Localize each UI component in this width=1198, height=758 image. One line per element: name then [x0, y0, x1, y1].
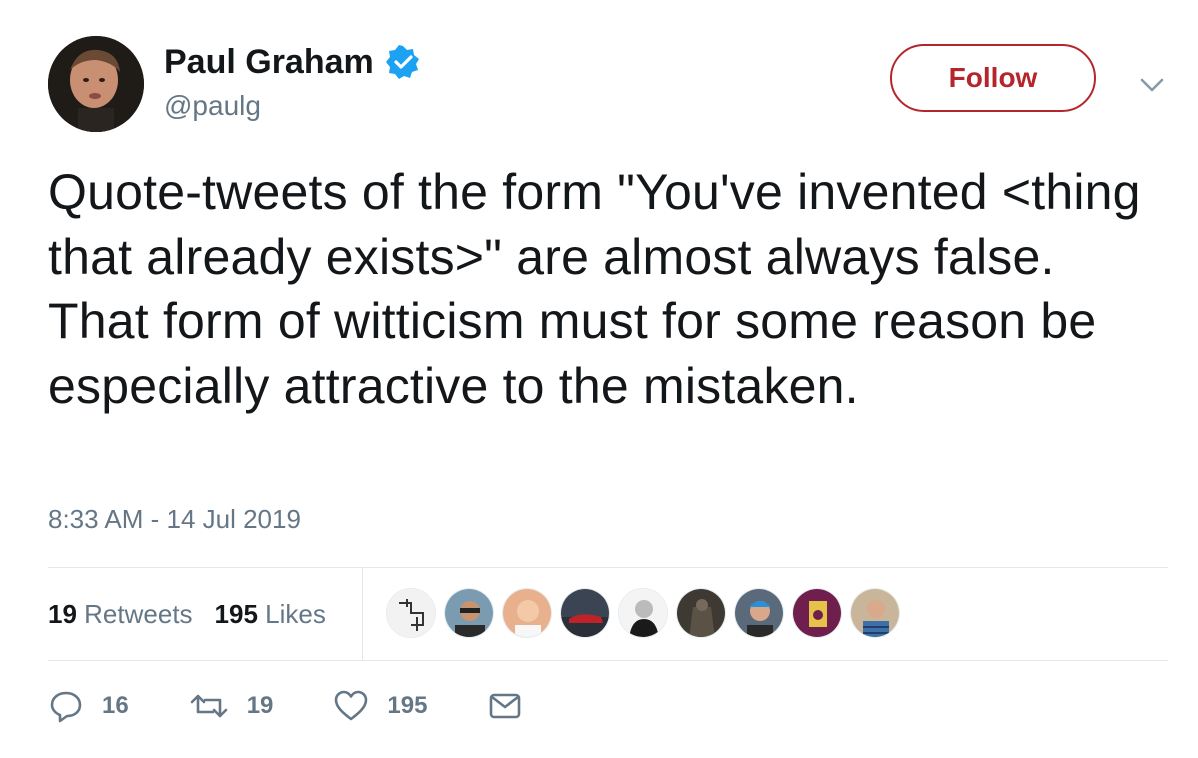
retweet-icon — [190, 694, 228, 718]
like-count: 195 — [387, 692, 428, 719]
tweet-text: Quote-tweets of the form "You've invente… — [48, 164, 1141, 414]
liker-avatars — [386, 588, 908, 638]
author-name[interactable]: Paul Graham — [164, 40, 374, 84]
retweets-stat[interactable]: 19 Retweets — [48, 599, 193, 630]
likes-label: Likes — [265, 598, 326, 629]
envelope-icon — [490, 693, 521, 719]
retweet-button[interactable]: 19 — [189, 688, 274, 724]
tweet-actions: 16 19 195 — [48, 688, 601, 724]
retweets-label: Retweets — [84, 598, 193, 629]
likes-count: 195 — [214, 598, 258, 629]
liker-avatar[interactable] — [444, 588, 494, 638]
liker-avatar[interactable] — [734, 588, 784, 638]
tweet-timestamp[interactable]: 8:33 AM - 14 Jul 2019 — [48, 504, 301, 535]
stats-separator — [362, 568, 363, 660]
direct-message-button[interactable] — [487, 688, 541, 724]
liker-avatar[interactable] — [386, 588, 436, 638]
liker-avatar[interactable] — [792, 588, 842, 638]
likes-stat[interactable]: 195 Likes — [215, 599, 326, 630]
verified-badge-icon — [385, 45, 420, 79]
author-avatar[interactable] — [48, 36, 144, 132]
follow-button[interactable]: Follow — [890, 44, 1096, 112]
like-button[interactable]: 195 — [333, 688, 427, 724]
divider-bottom — [48, 660, 1168, 661]
author-handle[interactable]: @paulg — [164, 88, 261, 124]
retweets-count: 19 — [48, 598, 77, 629]
heart-icon — [335, 690, 368, 721]
tweet-stats: 19 Retweets 195 Likes — [48, 568, 348, 660]
liker-avatar[interactable] — [676, 588, 726, 638]
liker-avatar[interactable] — [502, 588, 552, 638]
retweet-count: 19 — [246, 692, 274, 719]
liker-avatar[interactable] — [618, 588, 668, 638]
liker-avatar[interactable] — [560, 588, 610, 638]
liker-avatar[interactable] — [850, 588, 900, 638]
reply-count: 16 — [102, 692, 129, 719]
chevron-down-icon[interactable] — [1138, 72, 1166, 96]
reply-icon — [50, 691, 82, 723]
reply-button[interactable]: 16 — [48, 688, 129, 724]
